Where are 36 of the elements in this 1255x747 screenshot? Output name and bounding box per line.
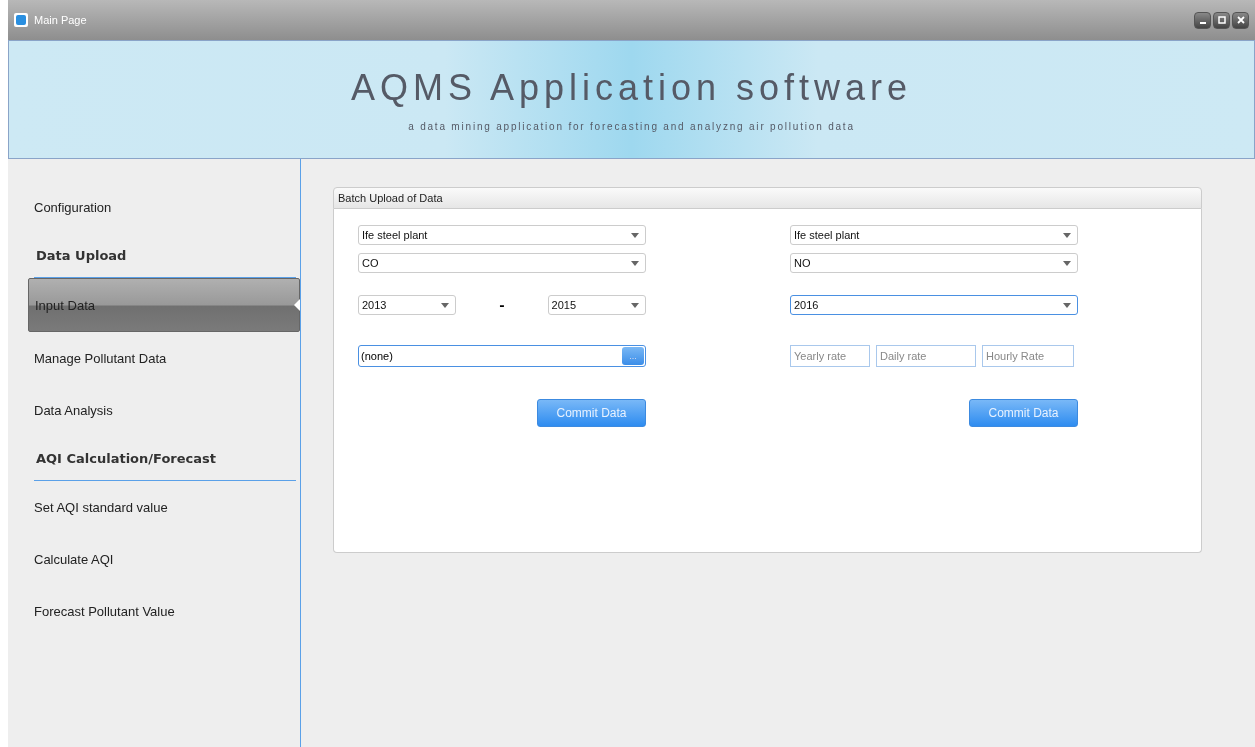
app-subtitle: a data mining application for forecasting and analyzng air pollution data [408, 121, 855, 132]
dropdown[interactable]: 2015 [547, 295, 646, 315]
caret-icon [631, 260, 639, 266]
caret-icon [631, 302, 639, 308]
dropdown[interactable]: 2016 [790, 295, 1078, 315]
caret-icon [631, 232, 639, 238]
sidebar-item[interactable]: Manage Pollutant Data [8, 332, 300, 384]
caret-icon [1063, 232, 1071, 238]
app-title: AQMS Application software [350, 67, 913, 109]
range-dash: - [498, 297, 506, 313]
rate-field[interactable]: Hourly Rate [982, 345, 1074, 367]
rate-field[interactable]: Yearly rate [790, 345, 870, 367]
sidebar-item[interactable]: Configuration [8, 181, 300, 233]
window-title: Main Page [34, 14, 87, 26]
close-icon [1236, 16, 1245, 24]
caret-icon [1063, 260, 1071, 266]
caret-icon [441, 302, 450, 308]
app-icon [14, 13, 28, 27]
dropdown[interactable]: NO [790, 253, 1078, 273]
dropdown[interactable]: 2013 [358, 295, 457, 315]
minimize-button[interactable] [1194, 11, 1211, 29]
sidebar-item[interactable]: Calculate AQI [8, 533, 300, 585]
close-button[interactable] [1232, 11, 1249, 29]
dropdown[interactable]: Ife steel plant [790, 225, 1078, 245]
file-field[interactable]: (none) ... [358, 345, 646, 367]
panel-title: Batch Upload of Data [333, 187, 1202, 209]
sidebar-item[interactable]: Data Analysis [8, 384, 300, 436]
dropdown[interactable]: CO [358, 253, 646, 273]
dropdown[interactable]: Ife steel plant [358, 225, 646, 245]
sidebar-item[interactable]: Set AQI standard value [8, 481, 300, 533]
rate-field[interactable]: Daily rate [876, 345, 976, 367]
sidebar-heading: AQI Calculation/Forecast [34, 436, 296, 481]
maximize-button[interactable] [1213, 11, 1230, 29]
caret-icon [1063, 302, 1071, 308]
maximize-icon [1217, 16, 1226, 24]
sidebar-item[interactable]: Forecast Pollutant Value [8, 585, 300, 637]
